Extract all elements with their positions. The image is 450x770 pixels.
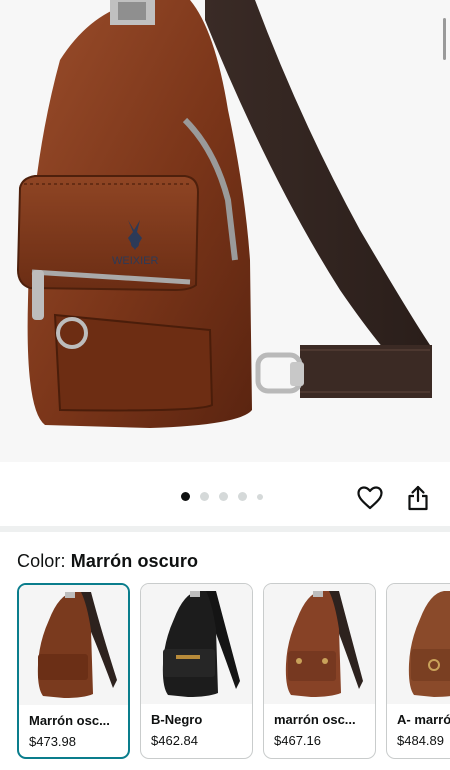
product-image[interactable]: WEIXIER [0, 0, 450, 462]
color-option-name: Marrón osc... [29, 713, 110, 728]
selected-color: Marrón oscuro [70, 551, 199, 571]
product-bag-illustration: WEIXIER [16, 0, 432, 428]
color-option[interactable]: Marrón osc... $473.98 [17, 583, 130, 759]
color-option-name: B-Negro [151, 712, 203, 727]
color-heading: Color: Marrón oscuro [17, 551, 198, 572]
color-option[interactable]: A- marró $484.89 [386, 583, 450, 759]
pager-dot[interactable] [238, 492, 247, 501]
color-option-thumbnail [387, 584, 450, 704]
scroll-indicator[interactable] [443, 18, 446, 60]
gallery-controls [0, 462, 450, 528]
color-label: Color: [17, 551, 66, 571]
svg-text:WEIXIER: WEIXIER [112, 255, 159, 267]
image-pager[interactable] [181, 492, 263, 501]
pager-dot[interactable] [257, 493, 263, 500]
share-icon[interactable] [402, 482, 434, 514]
heart-icon[interactable] [354, 482, 386, 514]
color-option-price: $473.98 [29, 734, 76, 749]
color-option-name: marrón osc... [274, 712, 356, 727]
color-option[interactable]: marrón osc... $467.16 [263, 583, 376, 759]
color-option-thumbnail [264, 584, 375, 704]
color-options: Marrón osc... $473.98 B-Negro $462.84 ma… [17, 583, 450, 759]
color-option-thumbnail [19, 585, 128, 705]
section-divider [0, 526, 450, 532]
pager-dot[interactable] [181, 492, 190, 501]
color-option-name: A- marró [397, 712, 450, 727]
color-option-price: $484.89 [397, 733, 444, 748]
pager-dot[interactable] [219, 492, 228, 501]
color-option-price: $462.84 [151, 733, 198, 748]
pager-dot[interactable] [200, 492, 209, 501]
color-option-thumbnail [141, 584, 252, 704]
color-option[interactable]: B-Negro $462.84 [140, 583, 253, 759]
color-option-price: $467.16 [274, 733, 321, 748]
